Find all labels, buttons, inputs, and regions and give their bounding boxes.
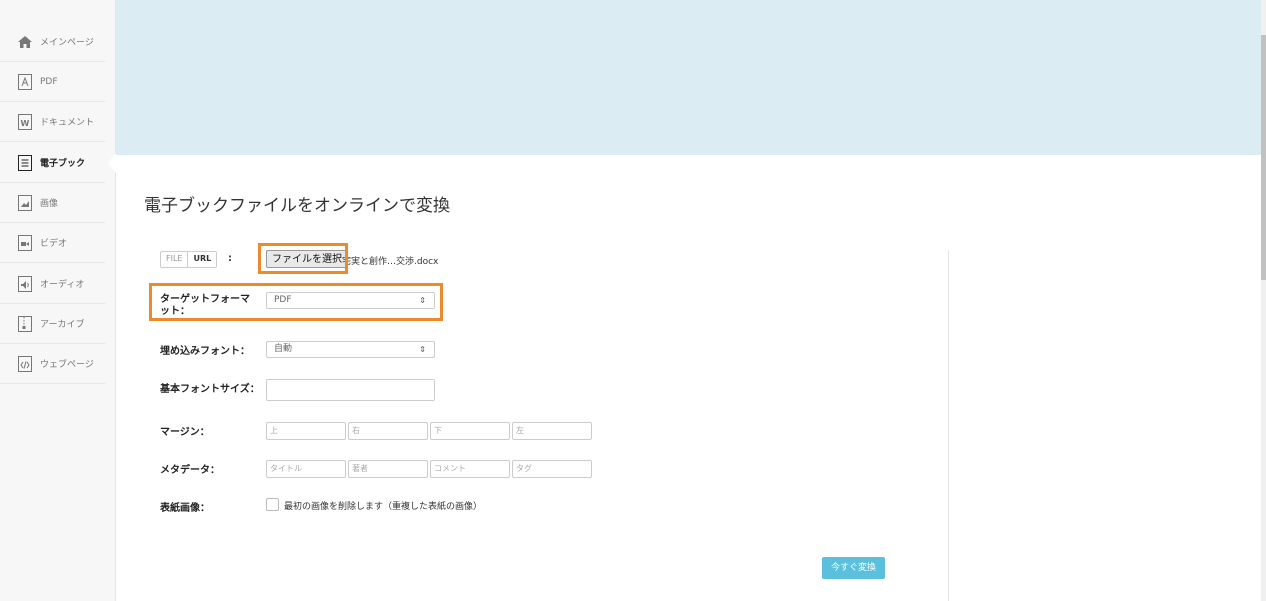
highlight-box-file-button — [258, 243, 348, 274]
margin-right-input[interactable]: 右 — [348, 422, 428, 440]
sidebar-item-pdf[interactable]: PDF — [0, 62, 105, 102]
source-toggle-url[interactable]: URL — [188, 252, 216, 267]
sidebar-item-label: 電子ブック — [40, 159, 86, 169]
metadata-tag-input[interactable]: タグ — [512, 460, 592, 478]
header-banner — [116, 0, 1261, 155]
sidebar-item-document[interactable]: W ドキュメント — [0, 102, 105, 142]
sidebar-item-ebook[interactable]: 電子ブック — [0, 143, 105, 183]
ebook-file-icon — [17, 154, 33, 171]
sidebar-item-label: ドキュメント — [40, 118, 95, 128]
sidebar-item-main-page[interactable]: メインページ — [0, 22, 105, 62]
scrollbar-thumb[interactable] — [1261, 35, 1266, 280]
margin-left-input[interactable]: 左 — [512, 422, 592, 440]
base-font-size-label: 基本フォントサイズ： — [160, 384, 260, 395]
sidebar-item-label: アーカイブ — [40, 320, 85, 330]
highlight-box-target-format — [149, 283, 443, 321]
source-toggle-colon: : — [228, 253, 232, 264]
scrollbar[interactable] — [1261, 0, 1266, 601]
embed-font-select[interactable]: 自動 ⇕ — [266, 341, 435, 358]
video-file-icon — [17, 234, 33, 251]
archive-file-icon — [17, 315, 33, 332]
sidebar-item-webpage[interactable]: ウェブページ — [0, 344, 105, 384]
scroll-down-arrow-icon[interactable] — [1261, 594, 1266, 601]
embed-font-label: 埋め込みフォント： — [160, 346, 250, 357]
metadata-author-input[interactable]: 著者 — [348, 460, 428, 478]
page-title: 電子ブックファイルをオンラインで変換 — [144, 196, 450, 216]
sidebar-item-label: ビデオ — [40, 239, 68, 249]
select-arrows-icon: ⇕ — [419, 345, 426, 354]
image-file-icon — [17, 194, 33, 211]
pdf-file-icon — [17, 73, 33, 90]
source-toggle-file[interactable]: FILE — [161, 252, 189, 267]
selected-file-name: 宅実と創作…交渉.docx — [342, 257, 439, 267]
sidebar-item-label: ウェブページ — [40, 360, 94, 370]
svg-text:W: W — [21, 119, 30, 128]
sidebar-item-audio[interactable]: オーディオ — [0, 264, 105, 304]
sidebar: メインページ PDF W ドキュメント 電子ブック 画像 ビデオ オーディオ ア… — [0, 0, 116, 601]
convert-now-button[interactable]: 今すぐ変換 — [822, 557, 885, 579]
metadata-label: メタデータ： — [160, 465, 220, 476]
sidebar-item-archive[interactable]: アーカイブ — [0, 304, 105, 344]
webpage-file-icon — [17, 355, 33, 372]
source-toggle: FILE URL — [160, 251, 218, 268]
sidebar-item-label: 画像 — [40, 199, 59, 209]
remove-first-image-label[interactable]: 最初の画像を削除します（重複した表紙の画像） — [284, 499, 482, 512]
scroll-up-arrow-icon[interactable] — [1261, 0, 1266, 7]
cover-image-label: 表紙画像： — [160, 503, 210, 514]
embed-font-value: 自動 — [274, 344, 293, 354]
sidebar-item-image[interactable]: 画像 — [0, 183, 105, 223]
column-divider — [948, 250, 949, 601]
margin-bottom-input[interactable]: 下 — [430, 422, 510, 440]
remove-first-image-checkbox[interactable] — [266, 498, 279, 511]
margin-top-input[interactable]: 上 — [266, 422, 346, 440]
sidebar-item-label: メインページ — [40, 38, 94, 48]
sidebar-item-label: オーディオ — [40, 280, 85, 290]
base-font-size-input[interactable] — [266, 379, 435, 401]
sidebar-item-video[interactable]: ビデオ — [0, 223, 105, 263]
metadata-comment-input[interactable]: コメント — [430, 460, 510, 478]
home-icon — [17, 34, 33, 50]
margin-label: マージン： — [160, 427, 210, 438]
sidebar-item-label: PDF — [40, 76, 58, 87]
active-indicator — [108, 153, 116, 173]
word-file-icon: W — [17, 113, 33, 130]
metadata-title-input[interactable]: タイトル — [266, 460, 346, 478]
audio-file-icon — [17, 275, 33, 292]
